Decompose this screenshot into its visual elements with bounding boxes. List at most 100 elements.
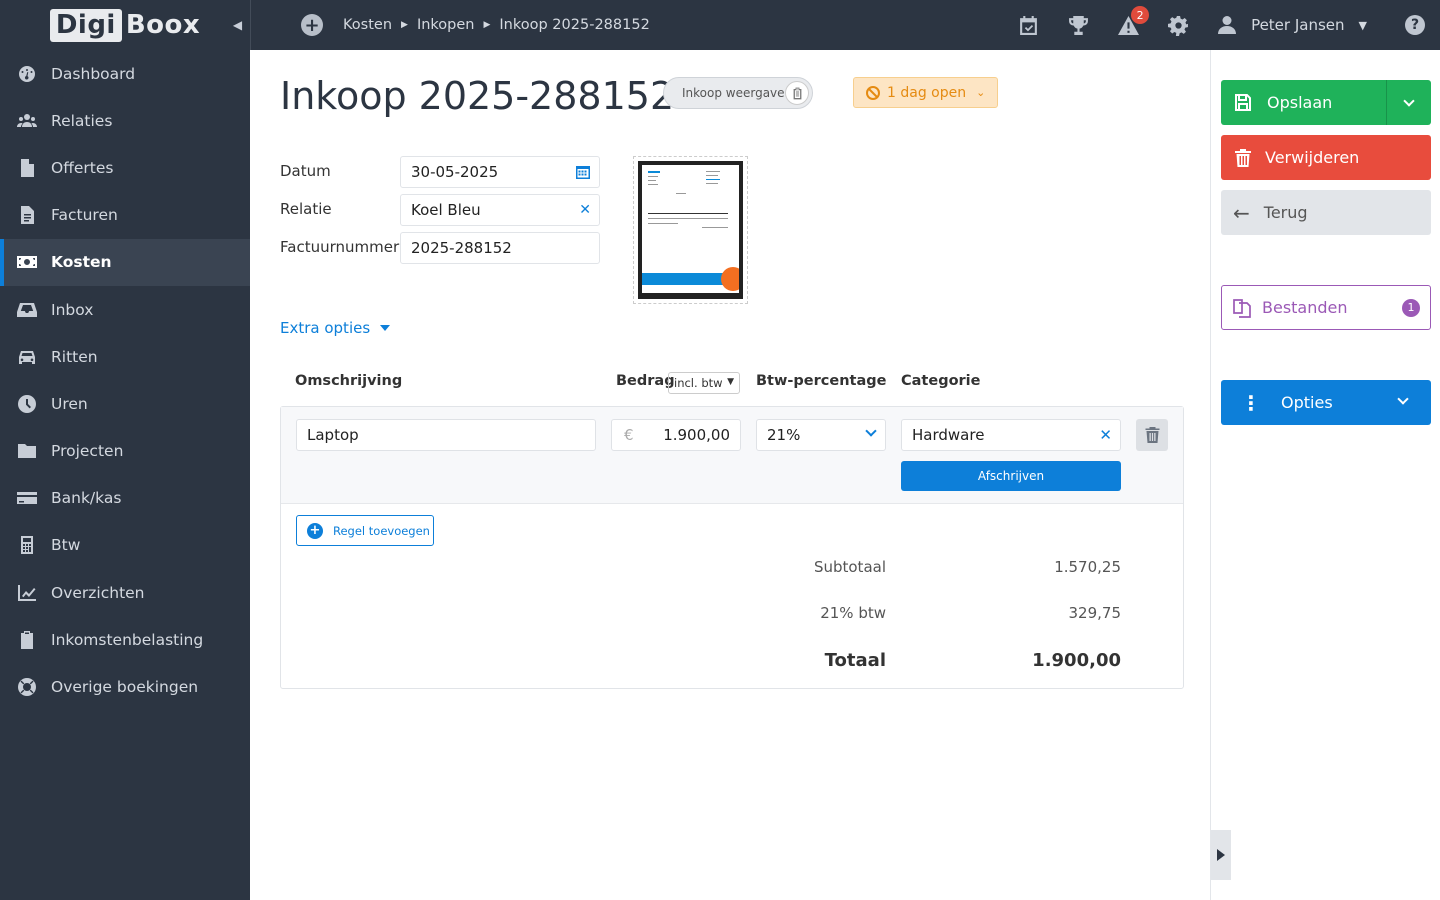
sidebar-item-overige-boekingen[interactable]: Overige boekingen [0,663,250,710]
users-icon [16,110,38,132]
calendar-check-icon[interactable] [1017,14,1039,36]
trophy-icon[interactable] [1067,14,1089,36]
delete-button[interactable]: Verwijderen [1221,135,1431,180]
subtotal-value: 1.570,25 [1054,558,1121,576]
sidebar-item-bank-kas[interactable]: Bank/kas [0,475,250,522]
options-button[interactable]: ⋮ Opties [1221,380,1431,425]
chevron-right-icon: ▶ [401,20,408,30]
clear-icon[interactable]: ✕ [579,202,591,218]
relatie-label: Relatie [280,200,332,218]
sidebar-item-kosten[interactable]: Kosten [0,238,250,286]
datum-field[interactable]: 30-05-2025 [400,156,600,188]
files-label: Bestanden [1262,298,1348,317]
bedrag-mode-select[interactable]: incl. btw ▼ [668,372,740,394]
factuurnummer-label: Factuurnummer [280,238,400,256]
bedrag-mode-value: incl. btw [674,376,723,390]
factuurnummer-value: 2025-288152 [411,239,512,257]
factuurnummer-field[interactable]: 2025-288152 [400,232,600,264]
document-preview [642,165,739,293]
back-label: Terug [1263,203,1308,222]
clear-icon[interactable]: ✕ [1099,426,1112,444]
attachment-thumbnail[interactable] [633,156,748,304]
files-icon [1232,298,1252,318]
calculator-icon [16,534,38,556]
sidebar-item-label: Offertes [51,158,114,177]
sidebar-item-uren[interactable]: Uren [0,380,250,427]
sidebar-item-btw[interactable]: Btw [0,522,250,569]
chevron-down-icon [865,425,877,437]
files-button[interactable]: Bestanden 1 [1221,285,1431,330]
save-button[interactable]: Opslaan [1221,80,1431,125]
gear-icon[interactable] [1167,14,1189,36]
breadcrumb-kosten[interactable]: Kosten [343,17,392,33]
caret-right-icon [1217,849,1225,861]
warning-icon[interactable]: 2 [1117,6,1150,36]
relatie-field[interactable]: Koel Bleu ✕ [400,194,600,226]
categorie-select[interactable]: Hardware ✕ [901,419,1121,451]
sidebar-item-label: Uren [51,394,88,413]
calendar-icon[interactable] [575,164,591,184]
sidebar-item-offertes[interactable]: Offertes [0,144,250,191]
delete-line-button[interactable] [1136,419,1168,451]
save-options-toggle[interactable] [1386,80,1431,125]
sidebar-item-dashboard[interactable]: Dashboard [0,50,250,97]
breadcrumb-inkopen[interactable]: Inkopen [417,17,475,33]
add-line-button[interactable]: + Regel toevoegen [296,515,434,546]
bedrag-input[interactable]: € 1.900,00 [611,419,741,451]
line-chart-icon [16,582,38,604]
sidebar-item-inbox[interactable]: Inbox [0,286,250,333]
extra-options-toggle[interactable]: Extra opties [280,319,391,337]
datum-label: Datum [280,162,331,180]
caret-down-icon [380,325,391,331]
total-value: 1.900,00 [1032,650,1121,671]
trash-icon [1145,427,1159,443]
sidebar-item-label: Kosten [51,253,112,272]
sidebar-item-label: Relaties [51,111,113,130]
chevron-down-icon [1403,94,1415,107]
logo[interactable]: Digi Boox [49,8,201,42]
view-toggle[interactable]: Inkoop weergave [663,77,813,109]
omschrijving-input[interactable]: Laptop [296,419,596,451]
sidebar-nav: Dashboard Relaties Offertes Facturen Kos… [0,50,250,711]
sidebar-item-overzichten[interactable]: Overzichten [0,569,250,616]
topbar-icons: 2 Peter Jansen ▼ ? [989,0,1440,50]
sidebar-item-inkomstenbelasting[interactable]: Inkomstenbelasting [0,616,250,663]
relatie-value: Koel Bleu [411,201,481,219]
panel-collapse-tab[interactable] [1211,830,1231,880]
btw-total-label: 21% btw [820,604,886,622]
collapse-sidebar-button[interactable]: ◀ [225,0,250,50]
sidebar-item-ritten[interactable]: Ritten [0,333,250,380]
chevron-down-icon: ⌄ [976,86,986,99]
save-label: Opslaan [1267,93,1333,112]
main-content: Inkoop 2025-288152 Inkoop weergave 1 dag… [250,50,1210,900]
sidebar-item-label: Facturen [51,206,118,225]
ban-icon [866,85,880,100]
afschrijven-button[interactable]: Afschrijven [901,461,1121,491]
sidebar-item-relaties[interactable]: Relaties [0,97,250,144]
breadcrumb-current: Inkoop 2025-288152 [499,17,650,33]
datum-value: 30-05-2025 [411,163,499,181]
user-menu[interactable]: Peter Jansen ▼ [1217,15,1367,35]
caret-down-icon: ▼ [1358,18,1367,32]
omschrijving-value: Laptop [307,426,359,444]
inbox-icon [16,299,38,321]
sidebar: Digi Boox ◀ Dashboard Relaties Offertes … [0,0,250,900]
status-badge[interactable]: 1 dag open ⌄ [853,77,999,108]
sidebar-item-facturen[interactable]: Facturen [0,192,250,239]
view-toggle-label: Inkoop weergave [682,86,785,100]
currency-symbol: € [624,426,634,444]
back-button[interactable]: ← Terug [1221,190,1431,235]
bedrag-value: 1.900,00 [663,426,730,444]
delete-label: Verwijderen [1265,148,1360,167]
sidebar-item-label: Projecten [51,442,124,461]
notifications-badge: 2 [1131,6,1150,24]
sidebar-item-projecten[interactable]: Projecten [0,428,250,475]
invoice-icon [16,204,38,226]
help-icon[interactable]: ? [1405,15,1425,35]
folder-icon [16,440,38,462]
logo-boox: Boox [125,10,201,40]
arrow-left-icon: ← [1233,200,1250,225]
add-icon[interactable]: + [301,14,323,36]
btw-select[interactable]: 21% [756,419,886,451]
sidebar-item-label: Bank/kas [51,489,122,508]
